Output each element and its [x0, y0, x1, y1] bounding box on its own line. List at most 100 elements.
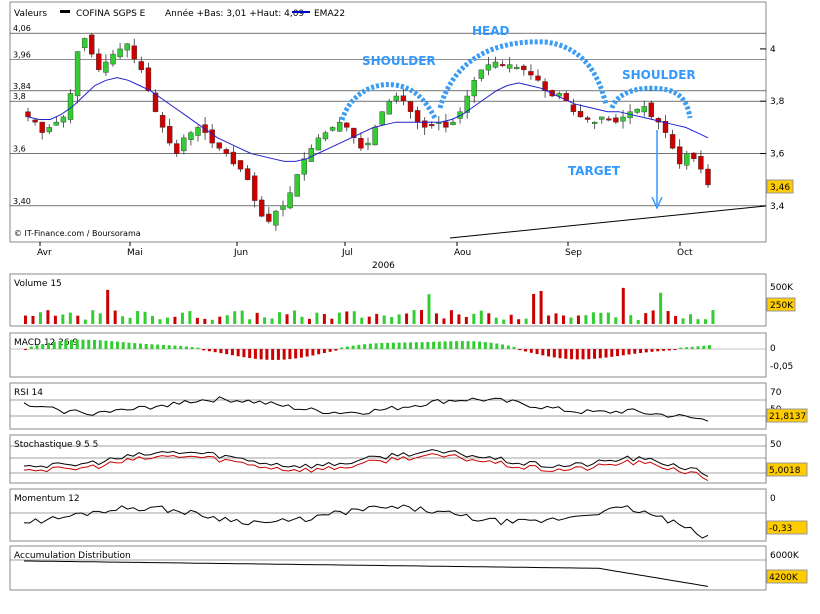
candle-body [514, 67, 520, 69]
volume-bar [307, 318, 311, 324]
volume-bar [621, 287, 625, 324]
volume-bar [591, 312, 595, 324]
macd-bar [397, 342, 401, 349]
macd-bar [512, 346, 516, 349]
volume-bar [240, 310, 244, 324]
price-right-tick: 4 [770, 45, 776, 55]
price-left-tick: 3,84 [13, 82, 31, 91]
macd-bar [639, 349, 643, 354]
macd-tick: -0,05 [770, 362, 793, 372]
macd-bar [374, 343, 378, 349]
candle-body [443, 121, 449, 128]
candle-body [698, 156, 704, 170]
macd-bar [702, 345, 706, 349]
macd-panel-title: MACD 12 26 9 [14, 338, 78, 348]
volume-bar [651, 310, 655, 324]
volume-bar [53, 315, 57, 324]
candle-body [188, 132, 194, 140]
volume-bar [195, 317, 199, 324]
volume-bar [562, 315, 566, 324]
macd-bar [265, 349, 269, 360]
accumulation-panel: Accumulation Distribution 6000K 4200K [9, 545, 808, 591]
technical-analysis-chart: Valeurs COFINA SGPS E Année +Bas: 3,01 +… [0, 0, 820, 610]
volume-panel: Volume 15 500K 250K [9, 273, 796, 327]
candle-body [570, 104, 577, 112]
macd-bar [276, 349, 280, 360]
volume-bar [457, 314, 461, 324]
price-right-tick: 3,6 [770, 150, 785, 160]
macd-bar [29, 346, 33, 349]
volume-bar [300, 316, 304, 324]
candle-body [379, 111, 385, 125]
volume-bar [113, 310, 117, 324]
macd-bar [322, 349, 326, 354]
candle-body [336, 121, 343, 132]
volume-bar [360, 317, 364, 324]
month-label: Oct [677, 248, 693, 258]
volume-bar [98, 313, 102, 324]
macd-bar [564, 349, 568, 359]
macd-bar [483, 342, 487, 349]
macd-bar [179, 345, 183, 349]
volume-bar [382, 315, 386, 324]
credit-text: © IT-Finance.com / Boursorama [14, 229, 141, 238]
candle-body [117, 48, 123, 58]
macd-bar [58, 341, 62, 349]
macd-bar [414, 342, 418, 349]
candle-body [39, 121, 45, 133]
volume-bar [76, 315, 80, 324]
volume-bar [659, 292, 663, 324]
macd-bar [656, 349, 660, 352]
macd-bar [340, 347, 344, 349]
macd-bar [294, 349, 298, 359]
volume-last-value: 250K [770, 301, 794, 311]
macd-bar [299, 349, 303, 358]
candle-body [96, 53, 102, 71]
volume-bar [24, 315, 27, 324]
volume-bar [68, 312, 72, 324]
volume-bar [703, 319, 707, 324]
candle-body [641, 106, 647, 113]
macd-bar [506, 345, 510, 349]
macd-bar [35, 345, 39, 349]
macd-bar [679, 347, 683, 349]
volume-bar [681, 318, 685, 324]
candle-body [676, 146, 683, 165]
volume-bar [539, 290, 543, 324]
macd-bar [391, 342, 395, 349]
macd-bar [75, 339, 79, 349]
macd-bar [593, 349, 597, 359]
macd-bar [495, 343, 499, 349]
volume-bar [427, 294, 431, 324]
candle-body [528, 71, 534, 76]
volume-bar [666, 311, 670, 324]
candle-body [591, 121, 598, 124]
macd-bar [644, 349, 648, 353]
volume-bar [248, 319, 252, 324]
macd-bar [225, 349, 229, 355]
candle-body [620, 116, 626, 122]
candle-body [124, 43, 130, 51]
macd-bar [81, 339, 85, 349]
macd-bar [409, 342, 413, 349]
candle-body [393, 95, 400, 101]
macd-bar [213, 349, 217, 353]
volume-bar [121, 316, 125, 324]
candle-body [230, 151, 237, 165]
rsi-panel-last-value: 21,8137 [769, 412, 806, 422]
candle-body [344, 122, 350, 128]
candle-body [705, 168, 711, 186]
volume-bar [599, 312, 603, 324]
candle-body [209, 129, 215, 144]
header-symbol: COFINA SGPS E [76, 9, 146, 19]
macd-bar [380, 343, 384, 349]
macd-bar [363, 344, 367, 349]
macd-bar [156, 344, 160, 349]
momentum-panel-last-value: -0,33 [769, 524, 792, 534]
macd-bar [167, 345, 171, 349]
candle-body [259, 199, 265, 217]
rsi-panel-title: RSI 14 [14, 388, 43, 398]
rsi-panel-tick: 70 [770, 388, 782, 398]
candle-body [287, 192, 293, 209]
volume-bar [397, 314, 401, 324]
